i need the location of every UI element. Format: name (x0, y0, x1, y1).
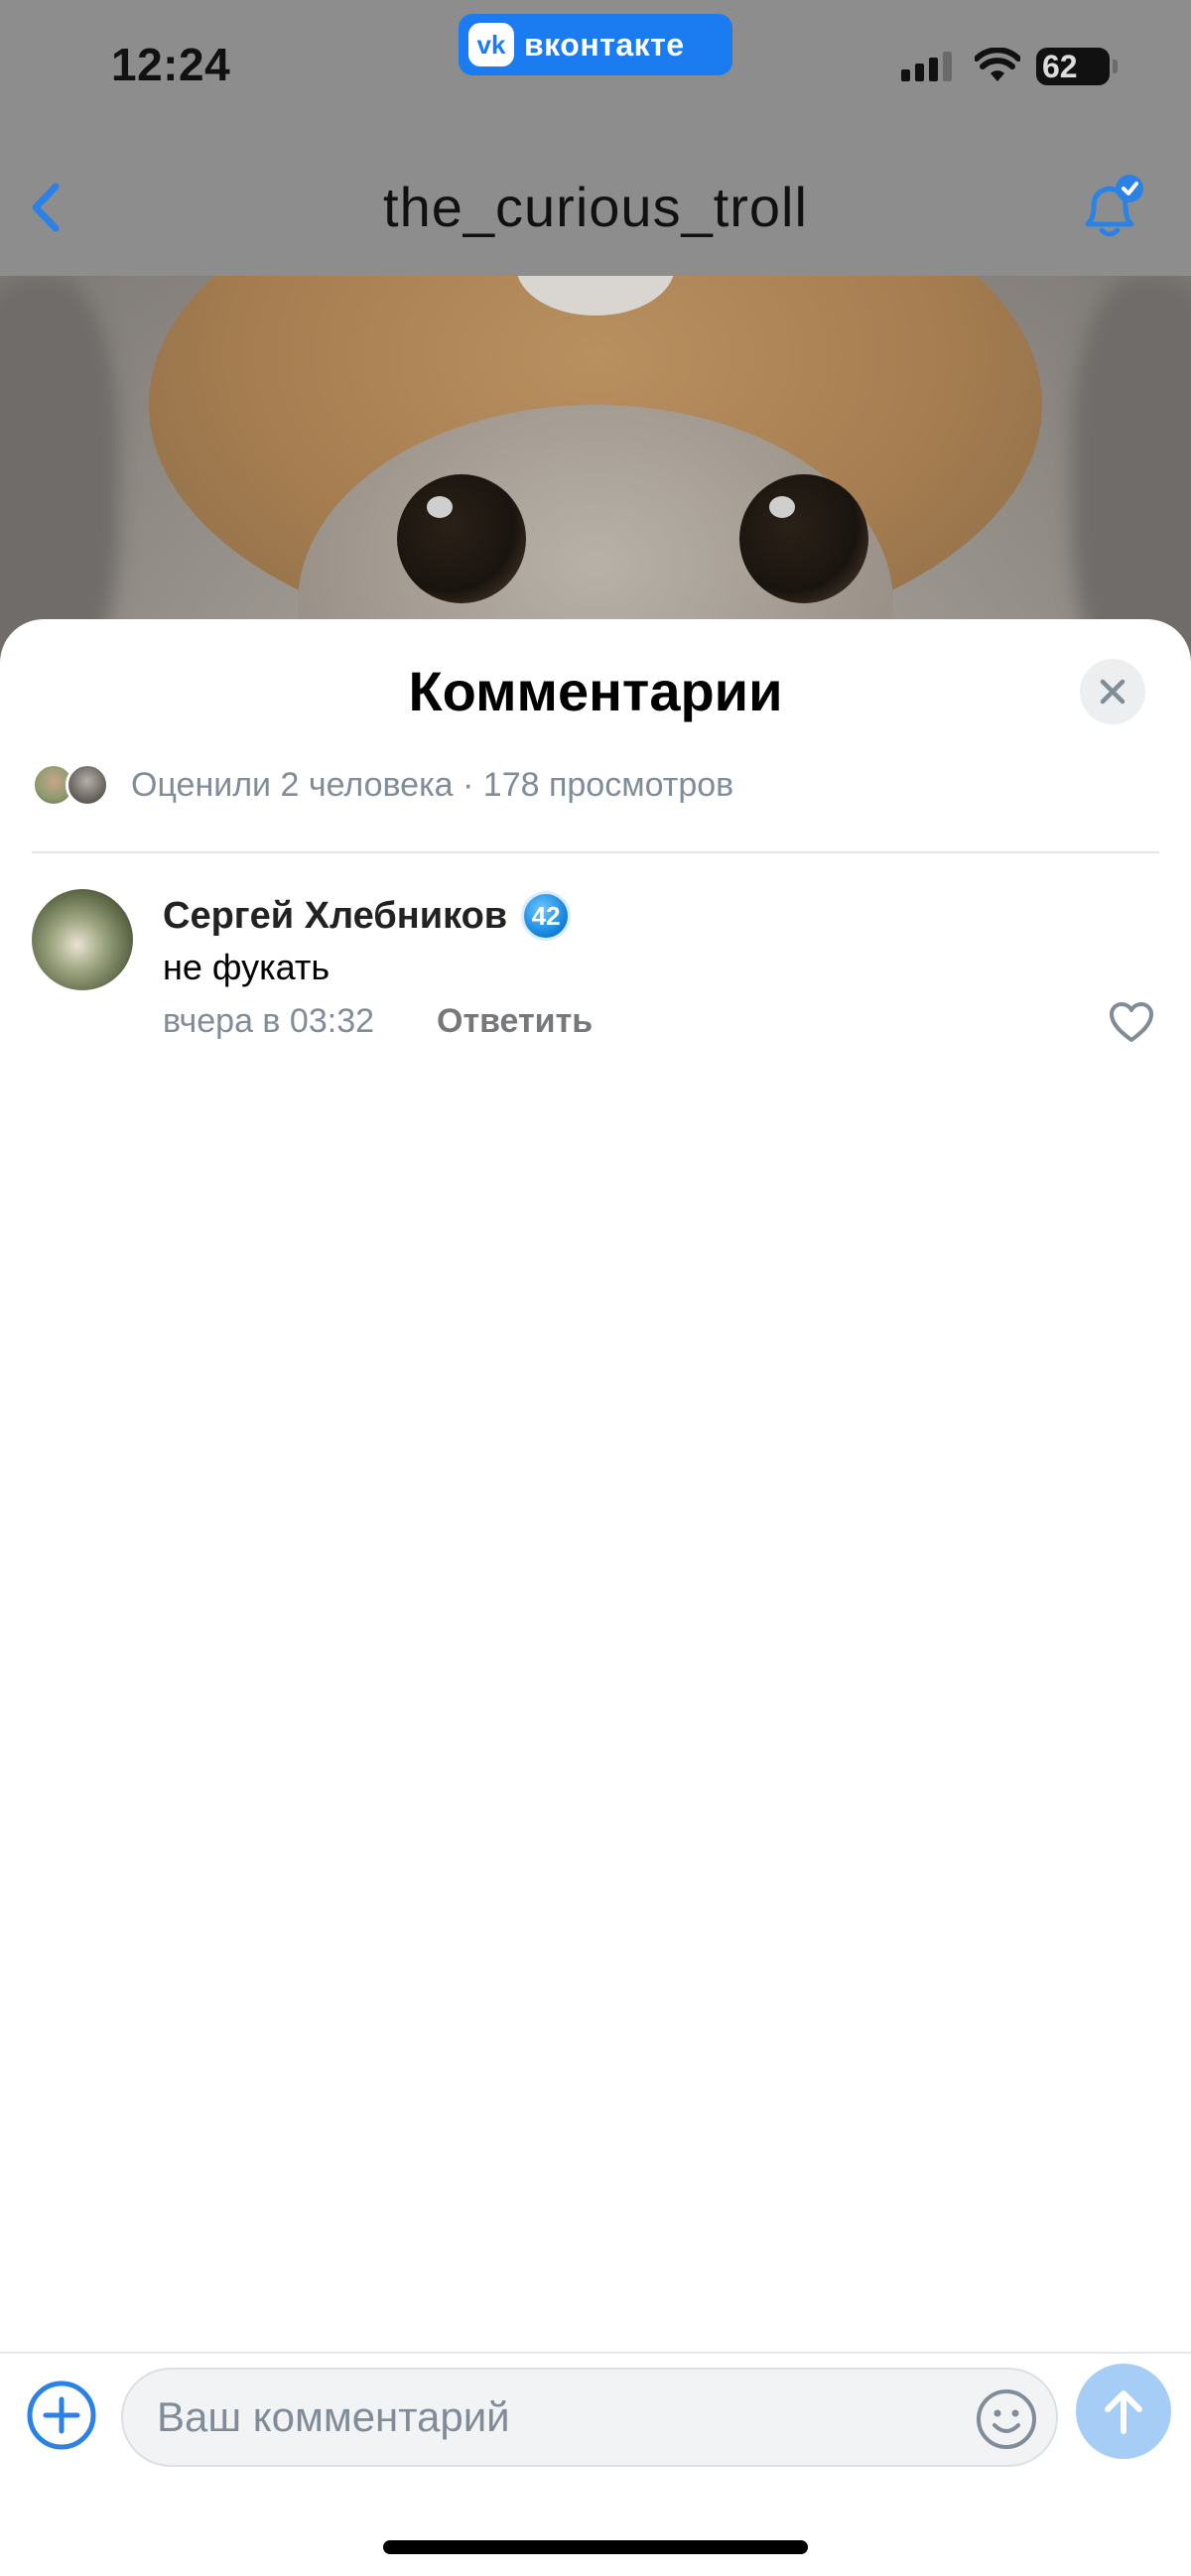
comment-author[interactable]: Сергей Хлебников 42 (163, 891, 572, 941)
status-time: 12:24 (111, 39, 231, 90)
comment-author-name: Сергей Хлебников (163, 894, 508, 937)
divider (32, 851, 1159, 853)
send-button[interactable] (1076, 2364, 1171, 2459)
signal-icon (901, 52, 952, 81)
comment-input-container (121, 2368, 1058, 2467)
comment-item: Сергей Хлебников 42 не фукать вчера в 03… (32, 879, 1159, 1048)
app-badge[interactable]: vk вконтакте (459, 14, 732, 75)
sheet-title: Комментарии (408, 660, 783, 722)
composer-divider (0, 2352, 1191, 2354)
donut-badge-icon[interactable]: 42 (521, 891, 572, 941)
bell-check-icon[interactable] (1074, 173, 1147, 246)
heart-icon[interactable] (1108, 1000, 1155, 1044)
likes-summary[interactable]: Оценили 2 человека · 178 просмотров (32, 760, 733, 810)
likes-views-text: Оценили 2 человека · 178 просмотров (131, 765, 734, 804)
comment-input[interactable] (157, 2370, 971, 2465)
background-dim: 12:24 vk вконтакте 62 the_curious_troll (0, 0, 1191, 695)
close-button[interactable] (1080, 659, 1145, 724)
comment-text: не фукать (163, 947, 331, 987)
avatar[interactable] (32, 889, 133, 990)
comment-time: вчера в 03:32 (163, 1002, 375, 1040)
add-attachment-button[interactable] (24, 2378, 99, 2453)
wifi-icon (975, 48, 1020, 81)
battery-icon: 62 (1036, 48, 1118, 85)
vk-logo-icon: vk (468, 23, 514, 66)
arrow-up-icon (1105, 2390, 1142, 2434)
page-title: the_curious_troll (383, 176, 808, 238)
reply-button[interactable]: Ответить (437, 1002, 593, 1041)
comments-sheet: Комментарии Оценили 2 человека · 178 про… (0, 619, 1191, 2576)
app-badge-name: вконтакте (524, 26, 685, 63)
emoji-icon[interactable] (975, 2387, 1038, 2451)
home-indicator (383, 2540, 808, 2554)
liker-avatar (66, 763, 109, 807)
close-icon (1100, 679, 1125, 705)
